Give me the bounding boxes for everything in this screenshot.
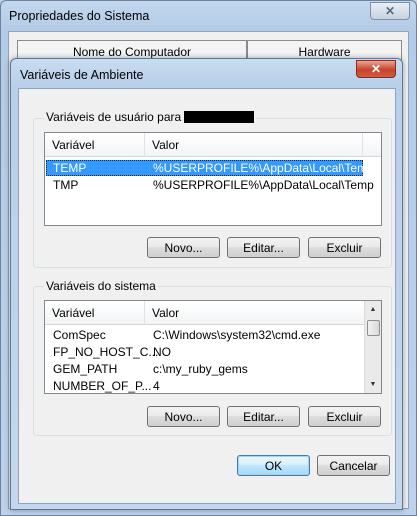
user-new-button[interactable]: Novo... bbox=[147, 237, 220, 258]
system-new-button[interactable]: Novo... bbox=[147, 406, 220, 427]
cancel-button[interactable]: Cancelar bbox=[317, 455, 390, 476]
list-header: Variável Valor bbox=[45, 301, 365, 325]
dialog-title: Variáveis de Ambiente bbox=[20, 68, 144, 82]
system-properties-title: Propriedades do Sistema bbox=[9, 9, 150, 23]
close-icon[interactable]: ✕ bbox=[370, 2, 410, 20]
column-header-variable[interactable]: Variável bbox=[45, 301, 145, 325]
list-item-number-of-processors[interactable]: NUMBER_OF_P... 4 bbox=[46, 378, 364, 394]
column-header-value[interactable]: Valor bbox=[145, 301, 365, 325]
system-variables-list[interactable]: Variável Valor ComSpec C:\Windows\system… bbox=[44, 300, 382, 394]
dialog-close-icon[interactable]: ✕ bbox=[356, 60, 396, 78]
list-item-temp[interactable]: TEMP %USERPROFILE%\AppData\Local\Temp bbox=[46, 160, 374, 176]
list-item-tmp[interactable]: TMP %USERPROFILE%\AppData\Local\Temp bbox=[46, 177, 374, 193]
list-header: Variável Valor bbox=[45, 133, 381, 157]
user-delete-button[interactable]: Excluir bbox=[308, 237, 381, 258]
system-delete-button[interactable]: Excluir bbox=[308, 406, 381, 427]
column-header-variable[interactable]: Variável bbox=[45, 133, 145, 157]
list-item-gem-path[interactable]: GEM_PATH c:\my_ruby_gems bbox=[46, 361, 364, 377]
system-edit-button[interactable]: Editar... bbox=[227, 406, 300, 427]
scroll-up-icon[interactable]: ▲ bbox=[365, 301, 381, 318]
system-variables-legend: Variáveis do sistema bbox=[44, 279, 158, 293]
scroll-thumb[interactable] bbox=[367, 320, 380, 336]
vertical-scrollbar[interactable]: ▲ ▼ bbox=[364, 301, 381, 393]
scroll-down-icon[interactable]: ▼ bbox=[365, 376, 381, 393]
list-item-fp-no-host[interactable]: FP_NO_HOST_C... NO bbox=[46, 344, 364, 360]
user-variables-list[interactable]: Variável Valor TEMP %USERPROFILE%\AppDat… bbox=[44, 132, 382, 226]
ok-button[interactable]: OK bbox=[237, 455, 310, 476]
list-item-comspec[interactable]: ComSpec C:\Windows\system32\cmd.exe bbox=[46, 327, 364, 343]
redacted-username bbox=[184, 111, 255, 123]
column-header-value[interactable]: Valor bbox=[145, 133, 363, 157]
user-edit-button[interactable]: Editar... bbox=[227, 237, 300, 258]
user-variables-legend: Variáveis de usuário para bbox=[44, 110, 257, 124]
